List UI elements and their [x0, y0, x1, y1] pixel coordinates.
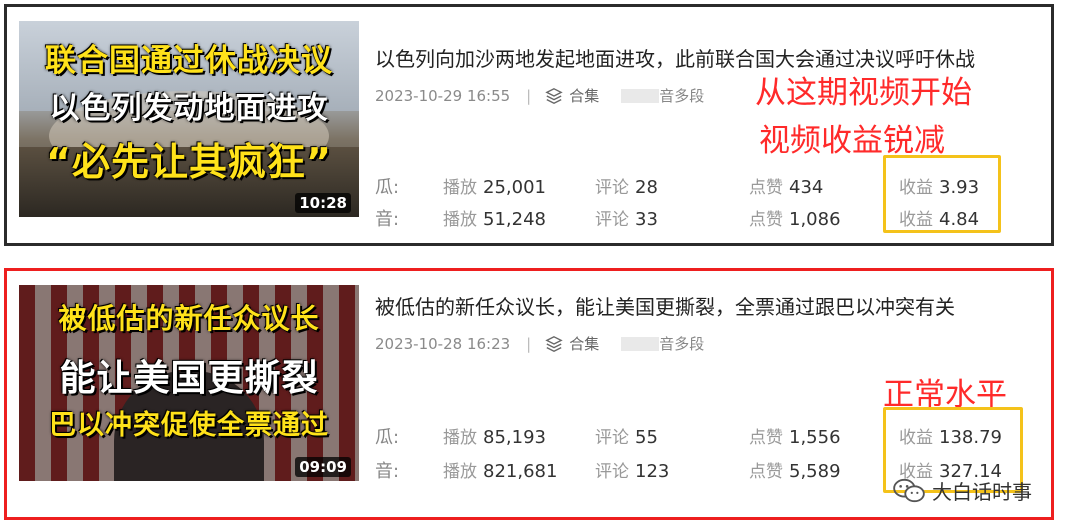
- like-count: 434: [789, 177, 824, 198]
- video-thumbnail[interactable]: 联合国通过休战决议 以色列发动地面进攻 “必先让其疯狂” 10:28: [19, 21, 359, 217]
- platform-label: 瓜:: [375, 177, 400, 198]
- meta-separator: |: [526, 86, 532, 105]
- platform-label: 瓜:: [375, 427, 400, 448]
- comment-label: 评论: [595, 178, 629, 198]
- play-count: 51,248: [483, 209, 546, 230]
- play-count: 821,681: [483, 461, 558, 482]
- like-label: 点赞: [749, 462, 783, 482]
- play-label: 播放: [443, 210, 477, 230]
- income-highlight-box: [883, 155, 1001, 233]
- play-count: 85,193: [483, 427, 546, 448]
- comment-count: 55: [635, 427, 658, 448]
- layers-icon: [545, 335, 563, 352]
- thumbnail-caption: 被低估的新任众议长: [58, 302, 320, 335]
- video-thumbnail[interactable]: 被低估的新任众议长 能让美国更撕裂 巴以冲突促使全票通过 09:09: [19, 285, 359, 481]
- like-label: 点赞: [749, 178, 783, 198]
- like-label: 点赞: [749, 428, 783, 448]
- video-meta: 2023-10-28 16:23 | 合集 音多段: [375, 333, 704, 354]
- meta-separator: |: [526, 334, 532, 353]
- play-label: 播放: [443, 428, 477, 448]
- play-label: 播放: [443, 462, 477, 482]
- annotation-text: 从这期视频开始: [755, 75, 972, 111]
- comment-label: 评论: [595, 462, 629, 482]
- duration-badge: 10:28: [295, 193, 351, 213]
- like-count: 1,556: [789, 427, 841, 448]
- comment-count: 28: [635, 177, 658, 198]
- comment-count: 33: [635, 209, 658, 230]
- video-title[interactable]: 被低估的新任众议长，能让美国更撕裂，全票通过跟巴以冲突有关: [375, 291, 955, 320]
- thumbnail-caption: 能让美国更撕裂: [59, 358, 319, 399]
- like-label: 点赞: [749, 210, 783, 230]
- platform-label: 音:: [375, 209, 400, 230]
- thumbnail-caption: 联合国通过休战决议: [45, 43, 333, 79]
- comment-label: 评论: [595, 210, 629, 230]
- blurred-text: [621, 88, 660, 103]
- collection-link[interactable]: 合集: [569, 333, 599, 354]
- thumbnail-caption: 以色列发动地面进攻: [49, 91, 329, 126]
- watermark-text: 大白话时事: [932, 480, 1032, 504]
- annotation-text: 视频收益锐减: [759, 123, 945, 159]
- video-card-1[interactable]: 联合国通过休战决议 以色列发动地面进攻 “必先让其疯狂” 10:28 以色列向加…: [4, 4, 1054, 246]
- duration-badge: 09:09: [295, 457, 351, 477]
- multi-segment-label: 音多段: [659, 335, 705, 353]
- layers-icon: [545, 87, 563, 104]
- comment-count: 123: [635, 461, 670, 482]
- blurred-text: [621, 336, 660, 351]
- like-count: 5,589: [789, 461, 841, 482]
- like-count: 1,086: [789, 209, 841, 230]
- platform-label: 音:: [375, 461, 400, 482]
- watermark: 大白话时事: [892, 476, 1032, 505]
- play-count: 25,001: [483, 177, 546, 198]
- collection-link[interactable]: 合集: [569, 85, 599, 106]
- multi-segment-label: 音多段: [659, 87, 705, 105]
- video-meta: 2023-10-29 16:55 | 合集 音多段: [375, 85, 704, 106]
- play-label: 播放: [443, 178, 477, 198]
- publish-date: 2023-10-28 16:23: [375, 334, 511, 353]
- thumbnail-caption: 巴以冲突促使全票通过: [49, 410, 329, 441]
- publish-date: 2023-10-29 16:55: [375, 86, 511, 105]
- comment-label: 评论: [595, 428, 629, 448]
- wechat-icon: [893, 478, 925, 502]
- thumbnail-caption: “必先让其疯狂”: [46, 140, 332, 184]
